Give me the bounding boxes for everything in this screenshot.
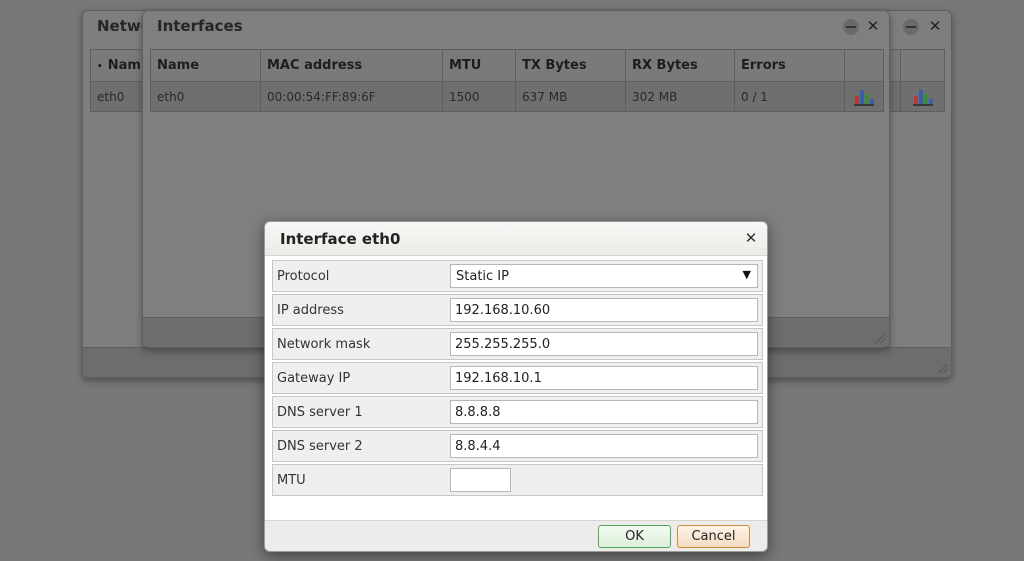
row-stats[interactable] <box>844 81 884 112</box>
gateway-ip-input[interactable] <box>450 366 758 390</box>
cancel-button[interactable]: Cancel <box>677 525 750 548</box>
minimize-icon[interactable] <box>843 19 859 35</box>
dns-server-1-input[interactable] <box>450 400 758 424</box>
protocol-select[interactable]: Static IP ▼ <box>450 264 758 288</box>
ip-address-row: IP address <box>272 294 763 326</box>
table-row[interactable]: eth0 00:00:54:FF:89:6F 1500 637 MB 302 M… <box>150 81 884 112</box>
col-tx[interactable]: TX Bytes <box>515 49 626 82</box>
protocol-row: Protocol Static IP ▼ <box>272 260 763 292</box>
row-name: eth0 <box>150 81 261 112</box>
ip-address-label: IP address <box>277 303 344 318</box>
col-rx[interactable]: RX Bytes <box>625 49 735 82</box>
col-mtu[interactable]: MTU <box>442 49 516 82</box>
row-errors: 0 / 1 <box>734 81 845 112</box>
close-icon[interactable]: ✕ <box>743 229 759 247</box>
dns-server-1-label: DNS server 1 <box>277 405 363 420</box>
row-rx: 302 MB <box>625 81 735 112</box>
mtu-label: MTU <box>277 473 306 488</box>
dns-server-2-row: DNS server 2 <box>272 430 763 462</box>
protocol-label: Protocol <box>277 269 330 284</box>
network-row-stats[interactable] <box>900 81 945 112</box>
interface-dialog: Interface eth0 ✕ Protocol Static IP ▼ IP… <box>264 221 768 552</box>
dialog-footer: OK Cancel <box>265 520 767 551</box>
mtu-input[interactable] <box>450 468 511 492</box>
close-icon[interactable]: ✕ <box>927 19 943 35</box>
network-mask-row: Network mask <box>272 328 763 360</box>
bar-chart-icon[interactable] <box>912 88 933 106</box>
row-tx: 637 MB <box>515 81 626 112</box>
row-mac: 00:00:54:FF:89:6F <box>260 81 443 112</box>
network-mask-input[interactable] <box>450 332 758 356</box>
network-col-stats <box>900 49 945 82</box>
resize-grip-icon[interactable] <box>937 363 947 373</box>
ip-address-input[interactable] <box>450 298 758 322</box>
dropdown-arrow-icon[interactable]: ▼ <box>743 268 751 281</box>
dns-server-1-row: DNS server 1 <box>272 396 763 428</box>
network-mask-label: Network mask <box>277 337 371 352</box>
close-icon[interactable]: ✕ <box>865 19 881 35</box>
bar-chart-icon[interactable] <box>854 88 874 106</box>
interfaces-table: Name MAC address MTU TX Bytes RX Bytes E… <box>150 49 884 112</box>
gateway-ip-label: Gateway IP <box>277 371 351 386</box>
minimize-icon[interactable] <box>903 19 919 35</box>
dialog-titlebar[interactable]: Interface eth0 ✕ <box>265 222 767 256</box>
mtu-row: MTU <box>272 464 763 496</box>
dns-server-2-input[interactable] <box>450 434 758 458</box>
col-name[interactable]: Name <box>150 49 261 82</box>
dialog-title: Interface eth0 <box>280 230 401 248</box>
interfaces-table-header: Name MAC address MTU TX Bytes RX Bytes E… <box>150 49 884 82</box>
dns-server-2-label: DNS server 2 <box>277 439 363 454</box>
row-mtu: 1500 <box>442 81 516 112</box>
col-errors[interactable]: Errors <box>734 49 845 82</box>
col-mac[interactable]: MAC address <box>260 49 443 82</box>
gateway-ip-row: Gateway IP <box>272 362 763 394</box>
protocol-value: Static IP <box>456 269 509 284</box>
resize-grip-icon[interactable] <box>875 333 885 343</box>
ok-button[interactable]: OK <box>598 525 671 548</box>
col-stats <box>844 49 884 82</box>
interfaces-window-title: Interfaces <box>157 17 243 35</box>
